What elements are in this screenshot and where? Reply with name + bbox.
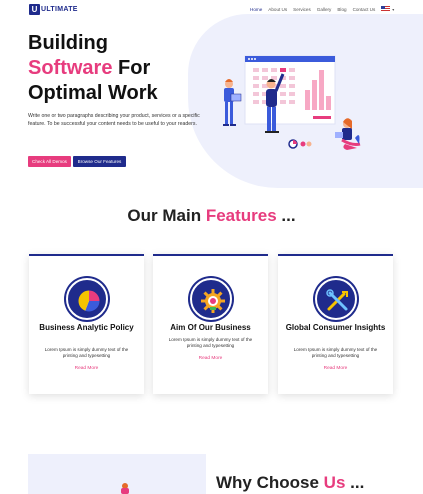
- feature-card-text: Lorem Ipsum is simply dummy text of the …: [293, 347, 378, 359]
- hero-title-line2-rest: For: [112, 57, 151, 79]
- nav-gallery[interactable]: Gallery: [317, 7, 332, 12]
- why-heading-accent: Us: [323, 473, 346, 492]
- nav-blog[interactable]: Blog: [337, 7, 346, 12]
- browse-features-button[interactable]: Browse Our Features: [73, 156, 126, 167]
- check-all-demos-button[interactable]: Check All Demos: [28, 156, 71, 167]
- logo-text: ULTIMATE: [41, 6, 78, 13]
- pie-chart-icon: [66, 278, 108, 320]
- logo-mark: U: [29, 4, 40, 15]
- feature-card-title: Global Consumer Insights: [285, 323, 386, 332]
- main-nav: Home About Us Services Gallery Blog Cont…: [250, 6, 394, 12]
- tools-icon: [315, 278, 357, 320]
- why-heading-tail: ...: [345, 473, 365, 492]
- us-flag-icon[interactable]: [381, 6, 391, 12]
- feature-card-insights: Global Consumer Insights Lorem Ipsum is …: [278, 254, 393, 394]
- nav-contact[interactable]: Contact Us: [353, 7, 376, 12]
- features-heading: Our Main Features ...: [0, 206, 423, 226]
- chevron-down-icon[interactable]: ▾: [392, 7, 394, 12]
- feature-card-aim: Aim Of Our Business Lorem Ipsum is simpl…: [153, 254, 268, 394]
- read-more-link[interactable]: Read More: [29, 366, 144, 371]
- hero-title-line3: Optimal Work: [28, 82, 158, 104]
- feature-card-text: Lorem Ipsum is simply dummy text of the …: [44, 347, 129, 359]
- landing-page: U ULTIMATE Home About Us Services Galler…: [0, 0, 423, 494]
- logo[interactable]: U ULTIMATE: [29, 4, 78, 15]
- nav-services[interactable]: Services: [293, 7, 311, 12]
- why-section-background: [28, 454, 206, 494]
- why-illustration: [121, 483, 129, 494]
- read-more-link[interactable]: Read More: [153, 356, 268, 361]
- nav-about[interactable]: About Us: [268, 7, 287, 12]
- why-choose-heading: Why Choose Us ...: [216, 473, 364, 493]
- features-heading-tail: ...: [276, 206, 296, 225]
- nav-home[interactable]: Home: [250, 7, 262, 12]
- features-heading-main: Our Main: [127, 206, 206, 225]
- feature-card-text: Lorem Ipsum is simply dummy text of the …: [168, 337, 253, 349]
- hero-title: Building Software For Optimal Work: [28, 31, 158, 106]
- hero-description: Write one or two paragraphs describing y…: [28, 113, 200, 127]
- features-heading-accent: Features: [205, 206, 277, 225]
- gear-icon: [190, 278, 232, 320]
- hero-title-accent: Software: [28, 57, 113, 79]
- hero-illustration: [223, 55, 361, 150]
- hero-title-line1: Building: [28, 32, 108, 54]
- feature-card-title: Aim Of Our Business: [170, 323, 251, 332]
- hero-title-line2: Software For: [28, 56, 158, 81]
- feature-card-title: Business Analytic Policy: [39, 323, 134, 332]
- feature-card-analytics: Business Analytic Policy Lorem Ipsum is …: [29, 254, 144, 394]
- read-more-link[interactable]: Read More: [278, 366, 393, 371]
- why-heading-main: Why Choose: [216, 473, 324, 492]
